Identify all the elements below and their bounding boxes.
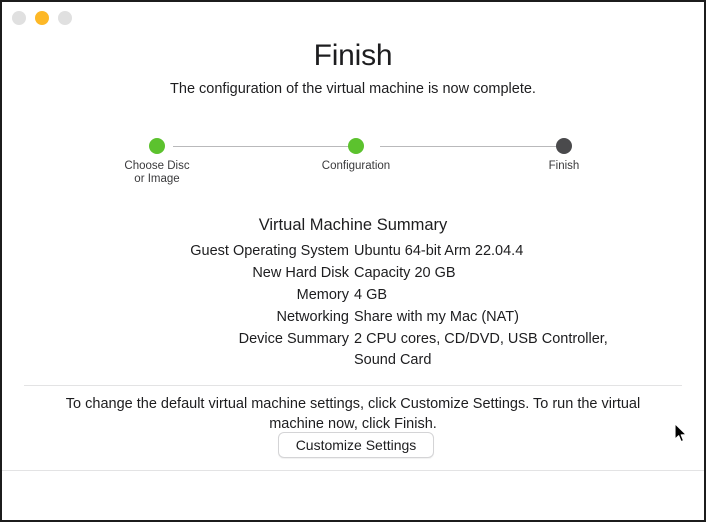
stepper-dot-icon: [556, 138, 572, 154]
summary-value: Ubuntu 64-bit Arm 22.04.4: [354, 243, 524, 259]
summary-label: Guest Operating System: [190, 243, 349, 259]
zoom-window-button[interactable]: [58, 11, 72, 25]
hint-text: To change the default virtual machine se…: [53, 394, 653, 434]
progress-stepper: Choose Disc or Image Configuration Finis…: [105, 138, 579, 185]
setup-assistant-window: Finish The configuration of the virtual …: [0, 0, 706, 522]
stepper-step-label: Choose Disc or Image: [97, 160, 217, 186]
header: Finish The configuration of the virtual …: [2, 38, 704, 98]
stepper-step-label: Finish: [548, 160, 580, 172]
customize-settings-button[interactable]: Customize Settings: [278, 432, 434, 458]
summary-value: 2 CPU cores, CD/DVD, USB Controller, Sou…: [354, 329, 694, 371]
summary-label: Device Summary: [238, 331, 349, 347]
footer-bar: ? Cancel Go Back Finish: [2, 471, 704, 520]
mouse-pointer-icon: [674, 423, 687, 443]
summary-row: Guest Operating System Ubuntu 64-bit Arm…: [2, 241, 704, 262]
page-title: Finish: [313, 39, 393, 72]
summary-value-line2: Sound Card: [354, 352, 432, 368]
stepper-step-finish: Finish: [504, 138, 624, 173]
summary-value-line1: 2 CPU cores, CD/DVD, USB Controller,: [354, 331, 608, 347]
summary-value: 4 GB: [354, 287, 388, 303]
window-title-bar: [2, 2, 704, 36]
summary-row: New Hard Disk Capacity 20 GB: [2, 263, 704, 284]
summary-row: Device Summary 2 CPU cores, CD/DVD, USB …: [2, 329, 704, 371]
stepper-step-label-line2: or Image: [134, 173, 180, 185]
stepper-step-label: Configuration: [321, 160, 391, 172]
summary-label: Memory: [296, 287, 349, 303]
stepper-dot-icon: [149, 138, 165, 154]
page-subtitle: The configuration of the virtual machine…: [170, 81, 536, 97]
virtual-machine-summary: Virtual Machine Summary Guest Operating …: [2, 214, 704, 372]
summary-row: Memory 4 GB: [2, 285, 704, 306]
summary-value: Share with my Mac (NAT): [354, 309, 519, 325]
close-window-button[interactable]: [12, 11, 26, 25]
summary-label: Networking: [276, 309, 349, 325]
summary-title: Virtual Machine Summary: [258, 216, 448, 234]
summary-row: Networking Share with my Mac (NAT): [2, 307, 704, 328]
stepper-dot-icon: [348, 138, 364, 154]
stepper-step-choose-disc-or-image: Choose Disc or Image: [97, 138, 217, 186]
section-divider: [24, 385, 682, 386]
summary-label: New Hard Disk: [252, 265, 349, 281]
summary-value: Capacity 20 GB: [354, 265, 456, 281]
minimize-window-button[interactable]: [35, 11, 49, 25]
hint-line1: To change the default virtual machine se…: [65, 396, 598, 412]
stepper-step-configuration: Configuration: [296, 138, 416, 173]
stepper-step-label-line1: Choose Disc: [124, 160, 190, 172]
